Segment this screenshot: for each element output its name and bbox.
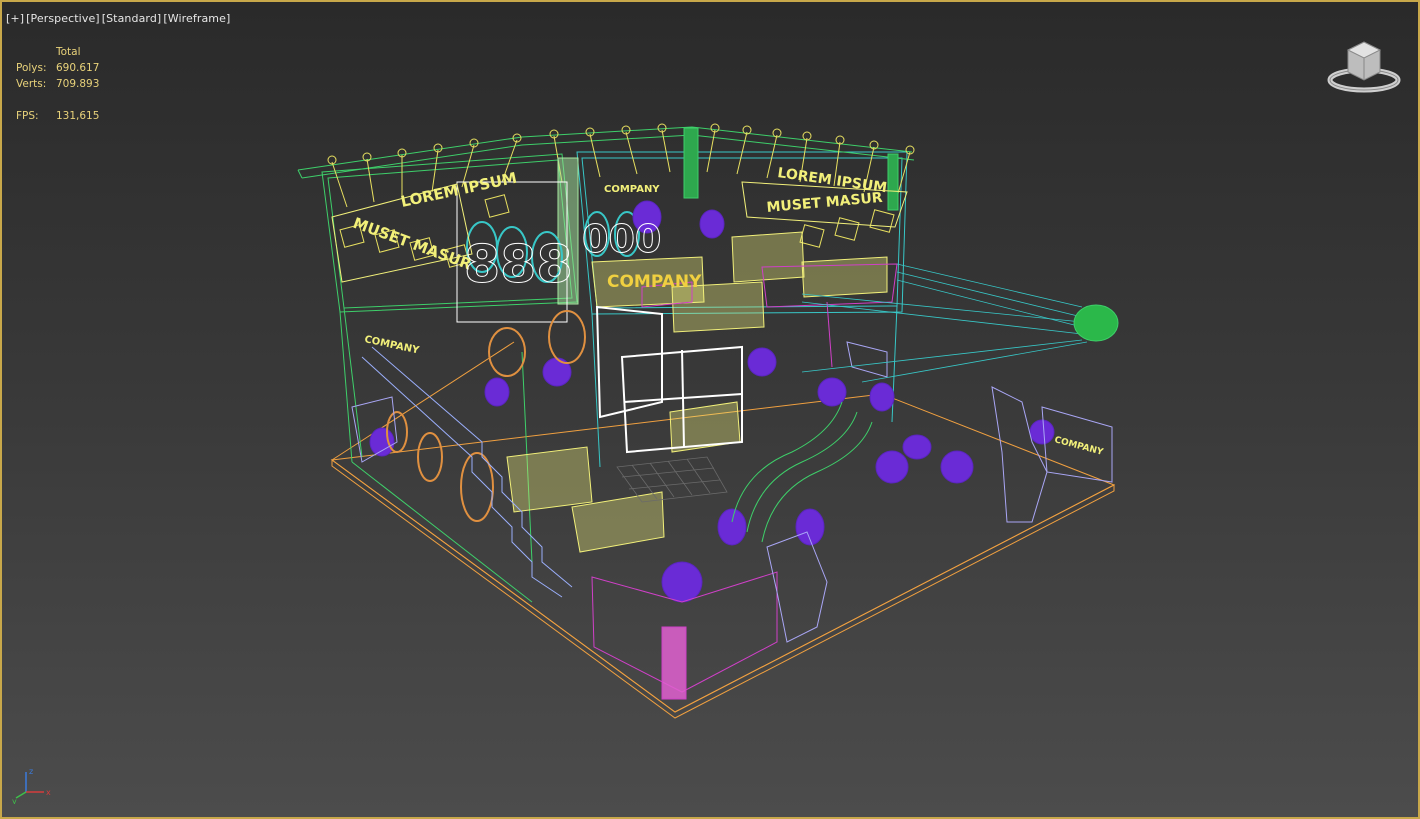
sign-right-bottom: MUSET MASUR <box>766 190 884 216</box>
svg-text:y: y <box>12 797 17 804</box>
green-pillar-right <box>887 153 899 211</box>
company-sign-left: COMPANY <box>363 334 420 356</box>
display-digits-left: 888 <box>464 235 573 295</box>
perspective-viewport[interactable]: [+] [Perspective] [Standard] [Wireframe]… <box>0 0 1420 819</box>
magenta-column <box>661 626 687 700</box>
display-digits-right: 000 <box>582 217 661 261</box>
viewcube-icon[interactable] <box>1324 38 1404 98</box>
company-sign-main: COMPANY <box>607 272 702 292</box>
svg-text:x: x <box>46 788 51 797</box>
floor-grid <box>616 456 728 503</box>
axis-tripod-icon: z x y <box>12 767 51 804</box>
company-sign-right: COMPANY <box>1053 435 1104 458</box>
kiosks <box>351 341 1113 643</box>
green-speaker <box>1073 304 1119 342</box>
svg-text:z: z <box>29 767 33 776</box>
sign-left-bottom: MUSET MASUR <box>351 214 475 274</box>
wireframe-scene[interactable]: LOREM IPSUM MUSET MASUR LOREM IPSUM MUSE… <box>2 2 1418 817</box>
company-sign-top: COMPANY <box>604 184 660 195</box>
sign-left-top: LOREM IPSUM <box>399 169 518 211</box>
green-pillar <box>683 127 699 199</box>
